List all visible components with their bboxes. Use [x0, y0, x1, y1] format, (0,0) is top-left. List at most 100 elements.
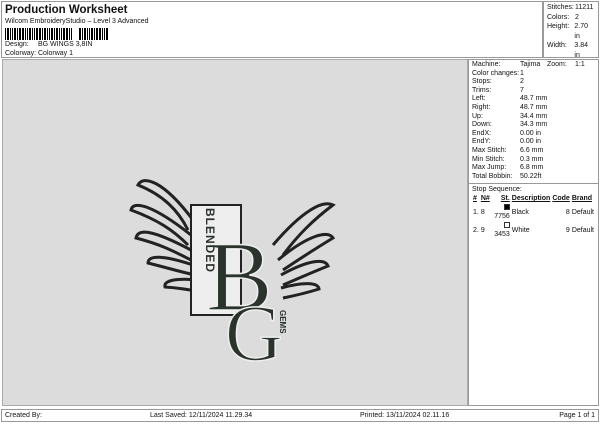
- color-brand: Default: [571, 226, 594, 234]
- detail-value: 50.22ft: [520, 172, 542, 180]
- detail-label: Up:: [472, 112, 483, 120]
- stat-value: 2: [575, 13, 579, 21]
- column-header: St.: [500, 195, 510, 203]
- barcode-bar: [17, 28, 18, 40]
- barcode-bar: [66, 28, 68, 40]
- stat-row: Colors: 2: [547, 13, 595, 23]
- row-index: 2.: [473, 226, 479, 234]
- detail-label: Stops:: [472, 78, 492, 86]
- detail-label: Right:: [472, 103, 491, 111]
- detail-label: Trims:: [472, 86, 492, 94]
- needle-number: 8: [480, 208, 485, 216]
- barcode-bar: [39, 28, 41, 40]
- needle-number: 9: [480, 226, 485, 234]
- barcode-bar: [36, 28, 38, 40]
- design-label: Design:: [5, 41, 29, 48]
- barcode-bar: [47, 28, 48, 40]
- stat-label: Height:: [547, 23, 570, 30]
- detail-row: Total Bobbin: 50.22ft: [472, 173, 595, 182]
- detail-row: Left: 48.7 mm: [472, 95, 595, 104]
- barcode-bar: [89, 28, 90, 40]
- barcode-bar: [106, 28, 108, 40]
- detail-value: 34.3 mm: [520, 121, 548, 129]
- detail-label: Total Bobbin:: [472, 172, 513, 180]
- barcode-bar: [82, 28, 83, 40]
- detail-row: Down: 34.3 mm: [472, 121, 595, 130]
- barcode-bar: [69, 28, 70, 40]
- logo-text-gems: GEMS: [278, 310, 287, 334]
- barcode-bar: [102, 28, 103, 40]
- color-description: White: [511, 226, 530, 234]
- stat-value: 3.84 in: [574, 42, 589, 59]
- detail-row: Stops: 2: [472, 78, 595, 87]
- last-saved: Last Saved: 12/11/2024 11.29.34: [150, 412, 253, 419]
- detail-value: 1: [520, 69, 524, 77]
- barcode-bar: [10, 28, 11, 40]
- detail-row: Max Stitch: 6.6 mm: [472, 147, 595, 156]
- stop-sequence-title: Stop Sequence:: [472, 186, 522, 194]
- detail-row: Trims: 7: [472, 87, 595, 96]
- detail-label: Color changes:: [472, 69, 520, 77]
- detail-row: Min Stitch: 0.3 mm: [472, 156, 595, 165]
- logo-text-blended: BLENDED: [203, 208, 217, 273]
- barcode-bar: [44, 28, 46, 40]
- barcode-bar: [79, 28, 81, 40]
- stat-row: Width: 3.84 in: [547, 41, 595, 60]
- barcode-bar: [99, 28, 101, 40]
- detail-value: 0.00 in: [520, 129, 542, 137]
- barcode-bar: [87, 28, 88, 40]
- detail-label: Down:: [472, 121, 492, 129]
- logo-letter-g: G: [225, 290, 283, 378]
- barcode-bar: [22, 28, 24, 40]
- barcode-bar: [32, 28, 33, 40]
- column-header: N#: [480, 195, 490, 203]
- footer: Created By: Last Saved: 12/11/2024 11.29…: [1, 409, 599, 422]
- detail-value: 48.7 mm: [520, 95, 548, 103]
- detail-row: Color changes: 1: [472, 70, 595, 79]
- created-by: Created By:: [5, 412, 42, 419]
- worksheet-header: Production Worksheet Wilcom EmbroiderySt…: [1, 1, 543, 58]
- detail-label: EndX:: [472, 129, 492, 137]
- detail-value: 2: [520, 78, 524, 86]
- table-row: 2. 9 3453 White 9 Default: [472, 221, 595, 239]
- column-header: Description: [511, 195, 551, 203]
- table-row: 1. 8 7756 Black 8 Default: [472, 203, 595, 221]
- barcode-bar: [49, 28, 50, 40]
- stitch-count: 3453: [494, 231, 510, 239]
- barcode-bar: [34, 28, 35, 40]
- detail-row: Up: 34.4 mm: [472, 113, 595, 122]
- column-header: Brand: [571, 195, 593, 203]
- barcode-bar: [56, 28, 58, 40]
- colorway-value: Colorway 1: [38, 50, 74, 57]
- stat-row: Height: 2.70 in: [547, 22, 595, 41]
- detail-value: 6.6 mm: [520, 146, 544, 154]
- colorway-label: Colorway:: [5, 50, 37, 57]
- detail-row: Max Jump: 6.8 mm: [472, 164, 595, 173]
- stat-label: Colors:: [547, 13, 570, 21]
- barcode-bar: [19, 28, 21, 40]
- detail-label: EndY:: [472, 138, 491, 146]
- color-description: Black: [511, 208, 529, 216]
- barcode-bar: [59, 28, 60, 40]
- detail-value: 6.8 mm: [520, 164, 544, 172]
- stat-label: Width:: [547, 42, 567, 49]
- barcode-bar: [27, 28, 28, 40]
- barcode-bar: [7, 28, 9, 40]
- barcode-bar: [94, 28, 95, 40]
- detail-value: 34.4 mm: [520, 112, 548, 120]
- barcode-bar: [71, 28, 72, 40]
- page-title: Production Worksheet: [5, 4, 128, 16]
- barcode-bar: [29, 28, 31, 40]
- color-code: 9: [565, 226, 570, 234]
- design-value: BG WINGS 3,8IN: [38, 41, 93, 48]
- detail-value: Tajima: [520, 61, 541, 68]
- color-swatch: [503, 222, 510, 229]
- detail-label: Max Jump:: [472, 164, 507, 172]
- detail-value: 7: [520, 86, 524, 94]
- barcode-bar: [54, 28, 55, 40]
- detail-label: Max Stitch:: [472, 146, 507, 154]
- color-code: 8: [565, 208, 570, 216]
- detail-row: EndX: 0.00 in: [472, 130, 595, 139]
- detail-value: 0.00 in: [520, 138, 542, 146]
- barcode-bar: [51, 28, 53, 40]
